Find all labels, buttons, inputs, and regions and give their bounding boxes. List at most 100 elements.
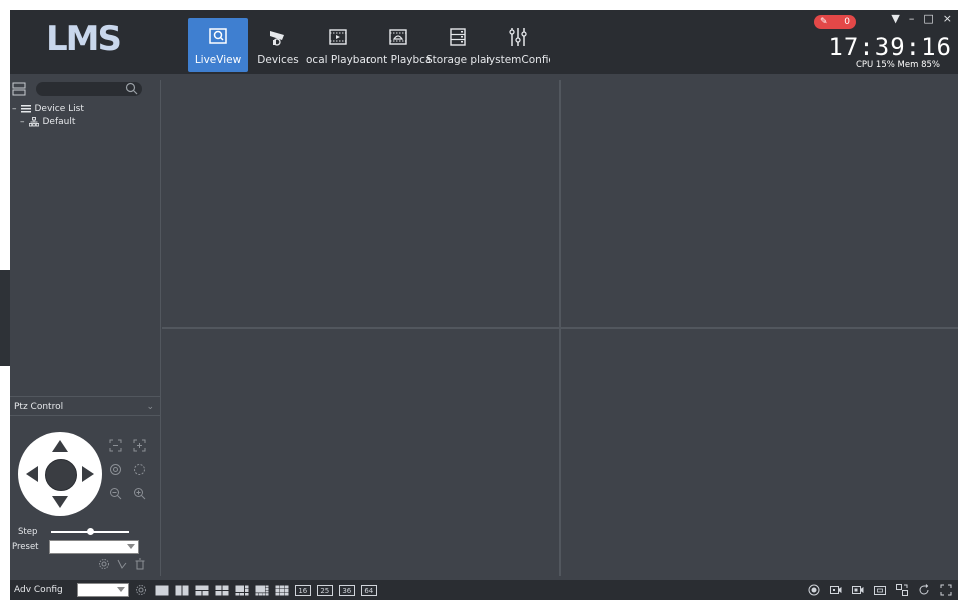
device-list-toggle-icon[interactable]: [12, 82, 26, 96]
performance-readout: CPU 15% Mem 85%: [856, 60, 940, 70]
adv-config-select[interactable]: [76, 583, 129, 597]
record-icon[interactable]: [808, 584, 820, 596]
ptz-control-header[interactable]: Ptz Control ⌄: [10, 396, 160, 416]
chevron-down-icon[interactable]: ⌄: [146, 397, 154, 417]
layout-1-icon[interactable]: [155, 585, 169, 596]
alarm-badge[interactable]: ✎ 0: [814, 15, 856, 29]
stream-switch-icon[interactable]: [896, 584, 908, 596]
window-controls: ▼ – □ ×: [891, 12, 952, 25]
background-dark-block: [0, 270, 10, 366]
layout-6-icon[interactable]: [235, 585, 249, 596]
video-grid: [162, 80, 958, 576]
ptz-preset-row: Preset: [12, 540, 158, 554]
app-logo: LMS: [46, 19, 122, 59]
preset-settings-icon[interactable]: [98, 558, 110, 570]
iris-close-icon[interactable]: [108, 462, 122, 476]
ptz-right-button[interactable]: [82, 466, 94, 482]
maximize-icon[interactable]: □: [923, 12, 933, 25]
search-icon[interactable]: [125, 82, 138, 95]
layout-64-button[interactable]: 64: [360, 584, 377, 596]
nav-label: iystemConfic: [486, 54, 550, 66]
bottom-right-tools: [808, 584, 952, 596]
video-cell[interactable]: [561, 329, 958, 576]
header-status-area: ✎ 0 ▼ – □ × 17:39:16 CPU 15% Mem 85%: [808, 10, 958, 74]
ptz-up-button[interactable]: [52, 440, 68, 452]
ptz-direction-pad: [18, 432, 102, 516]
layout-25-button[interactable]: 25: [316, 584, 333, 596]
layout-2-icon[interactable]: [175, 585, 189, 596]
nav-liveview[interactable]: LiveView: [188, 18, 248, 72]
collapse-icon[interactable]: –: [20, 117, 25, 127]
nav-local-playback[interactable]: ocal Playbac: [306, 18, 370, 72]
nav-system-config[interactable]: iystemConfic: [486, 18, 550, 72]
step-label: Step: [18, 527, 38, 537]
header: LMS LiveView Devices ocal Playbac ront P…: [10, 10, 958, 74]
nav-label: ront Playbca: [366, 54, 430, 66]
nav-storage-plan[interactable]: Storage plan: [426, 18, 490, 72]
focus-far-icon[interactable]: [132, 438, 146, 452]
nav-label: ocal Playbac: [306, 54, 370, 66]
liveview-icon: [207, 26, 229, 48]
tree-node-device-list[interactable]: – Device List: [12, 102, 84, 115]
layout-16-button[interactable]: 16: [294, 584, 311, 596]
alarm-count: 0: [844, 17, 850, 27]
delete-icon[interactable]: [134, 558, 146, 570]
cpu-usage: CPU 15%: [855, 60, 895, 70]
list-icon: [20, 104, 31, 113]
ptz-step-row: Step: [18, 526, 158, 538]
video-record-icon[interactable]: [830, 584, 842, 596]
device-tree: – Device List – Default: [12, 102, 84, 128]
preset-tools: [98, 558, 146, 570]
layout-8-icon[interactable]: [255, 585, 269, 596]
layout-4-icon[interactable]: [215, 585, 229, 596]
fullscreen-icon[interactable]: [940, 584, 952, 596]
main-nav: LiveView Devices ocal Playbac ront Playb…: [188, 18, 550, 74]
front-playback-icon: [387, 26, 409, 48]
layout-3-icon[interactable]: [195, 585, 209, 596]
ptz-down-button[interactable]: [52, 496, 68, 508]
device-search-input[interactable]: [36, 82, 142, 96]
dropdown-menu-icon[interactable]: ▼: [891, 12, 899, 25]
group-icon: [28, 116, 39, 127]
tree-label: Default: [42, 116, 76, 127]
minimize-icon[interactable]: –: [909, 12, 915, 25]
refresh-icon[interactable]: [918, 584, 930, 596]
nav-front-playback[interactable]: ront Playbca: [366, 18, 430, 72]
nav-label: LiveView: [194, 54, 242, 66]
chevron-down-icon[interactable]: [116, 587, 125, 592]
gear-icon[interactable]: [135, 584, 147, 596]
iris-open-icon[interactable]: [132, 462, 146, 476]
bottom-toolbar: Adv Config 16 25 36 64: [10, 580, 958, 600]
focus-near-icon[interactable]: [108, 438, 122, 452]
nav-devices[interactable]: Devices: [248, 18, 308, 72]
system-config-icon: [507, 26, 529, 48]
layout-36-button[interactable]: 36: [338, 584, 355, 596]
zoom-out-icon[interactable]: [108, 486, 122, 500]
ptz-lens-controls: [108, 438, 156, 500]
layout-9-icon[interactable]: [275, 585, 289, 596]
video-stop-icon[interactable]: [852, 584, 864, 596]
preset-select[interactable]: [48, 540, 139, 554]
ptz-center-button[interactable]: [45, 459, 77, 491]
tree-node-default[interactable]: – Default: [12, 115, 84, 128]
local-playback-icon: [327, 26, 349, 48]
step-slider[interactable]: [51, 528, 130, 535]
zoom-in-icon[interactable]: [132, 486, 146, 500]
alarm-mute-icon: ✎: [820, 17, 828, 27]
sidebar-toolbar: [10, 80, 160, 98]
video-cell[interactable]: [162, 80, 559, 327]
close-icon[interactable]: ×: [943, 12, 952, 25]
nav-label: Devices: [257, 54, 299, 66]
ptz-title: Ptz Control: [14, 402, 64, 412]
ptz-left-button[interactable]: [26, 466, 38, 482]
video-cell[interactable]: [162, 329, 559, 576]
nav-label: Storage plan: [426, 54, 490, 66]
chevron-down-icon[interactable]: [126, 544, 135, 549]
collapse-icon[interactable]: –: [12, 104, 17, 114]
video-cell[interactable]: [561, 80, 958, 327]
step-slider-handle[interactable]: [86, 528, 94, 535]
preset-call-icon[interactable]: [116, 558, 128, 570]
mem-usage: Mem 85%: [897, 60, 940, 70]
snapshot-icon[interactable]: [874, 584, 886, 596]
clock-display: 17:39:16: [828, 33, 952, 61]
